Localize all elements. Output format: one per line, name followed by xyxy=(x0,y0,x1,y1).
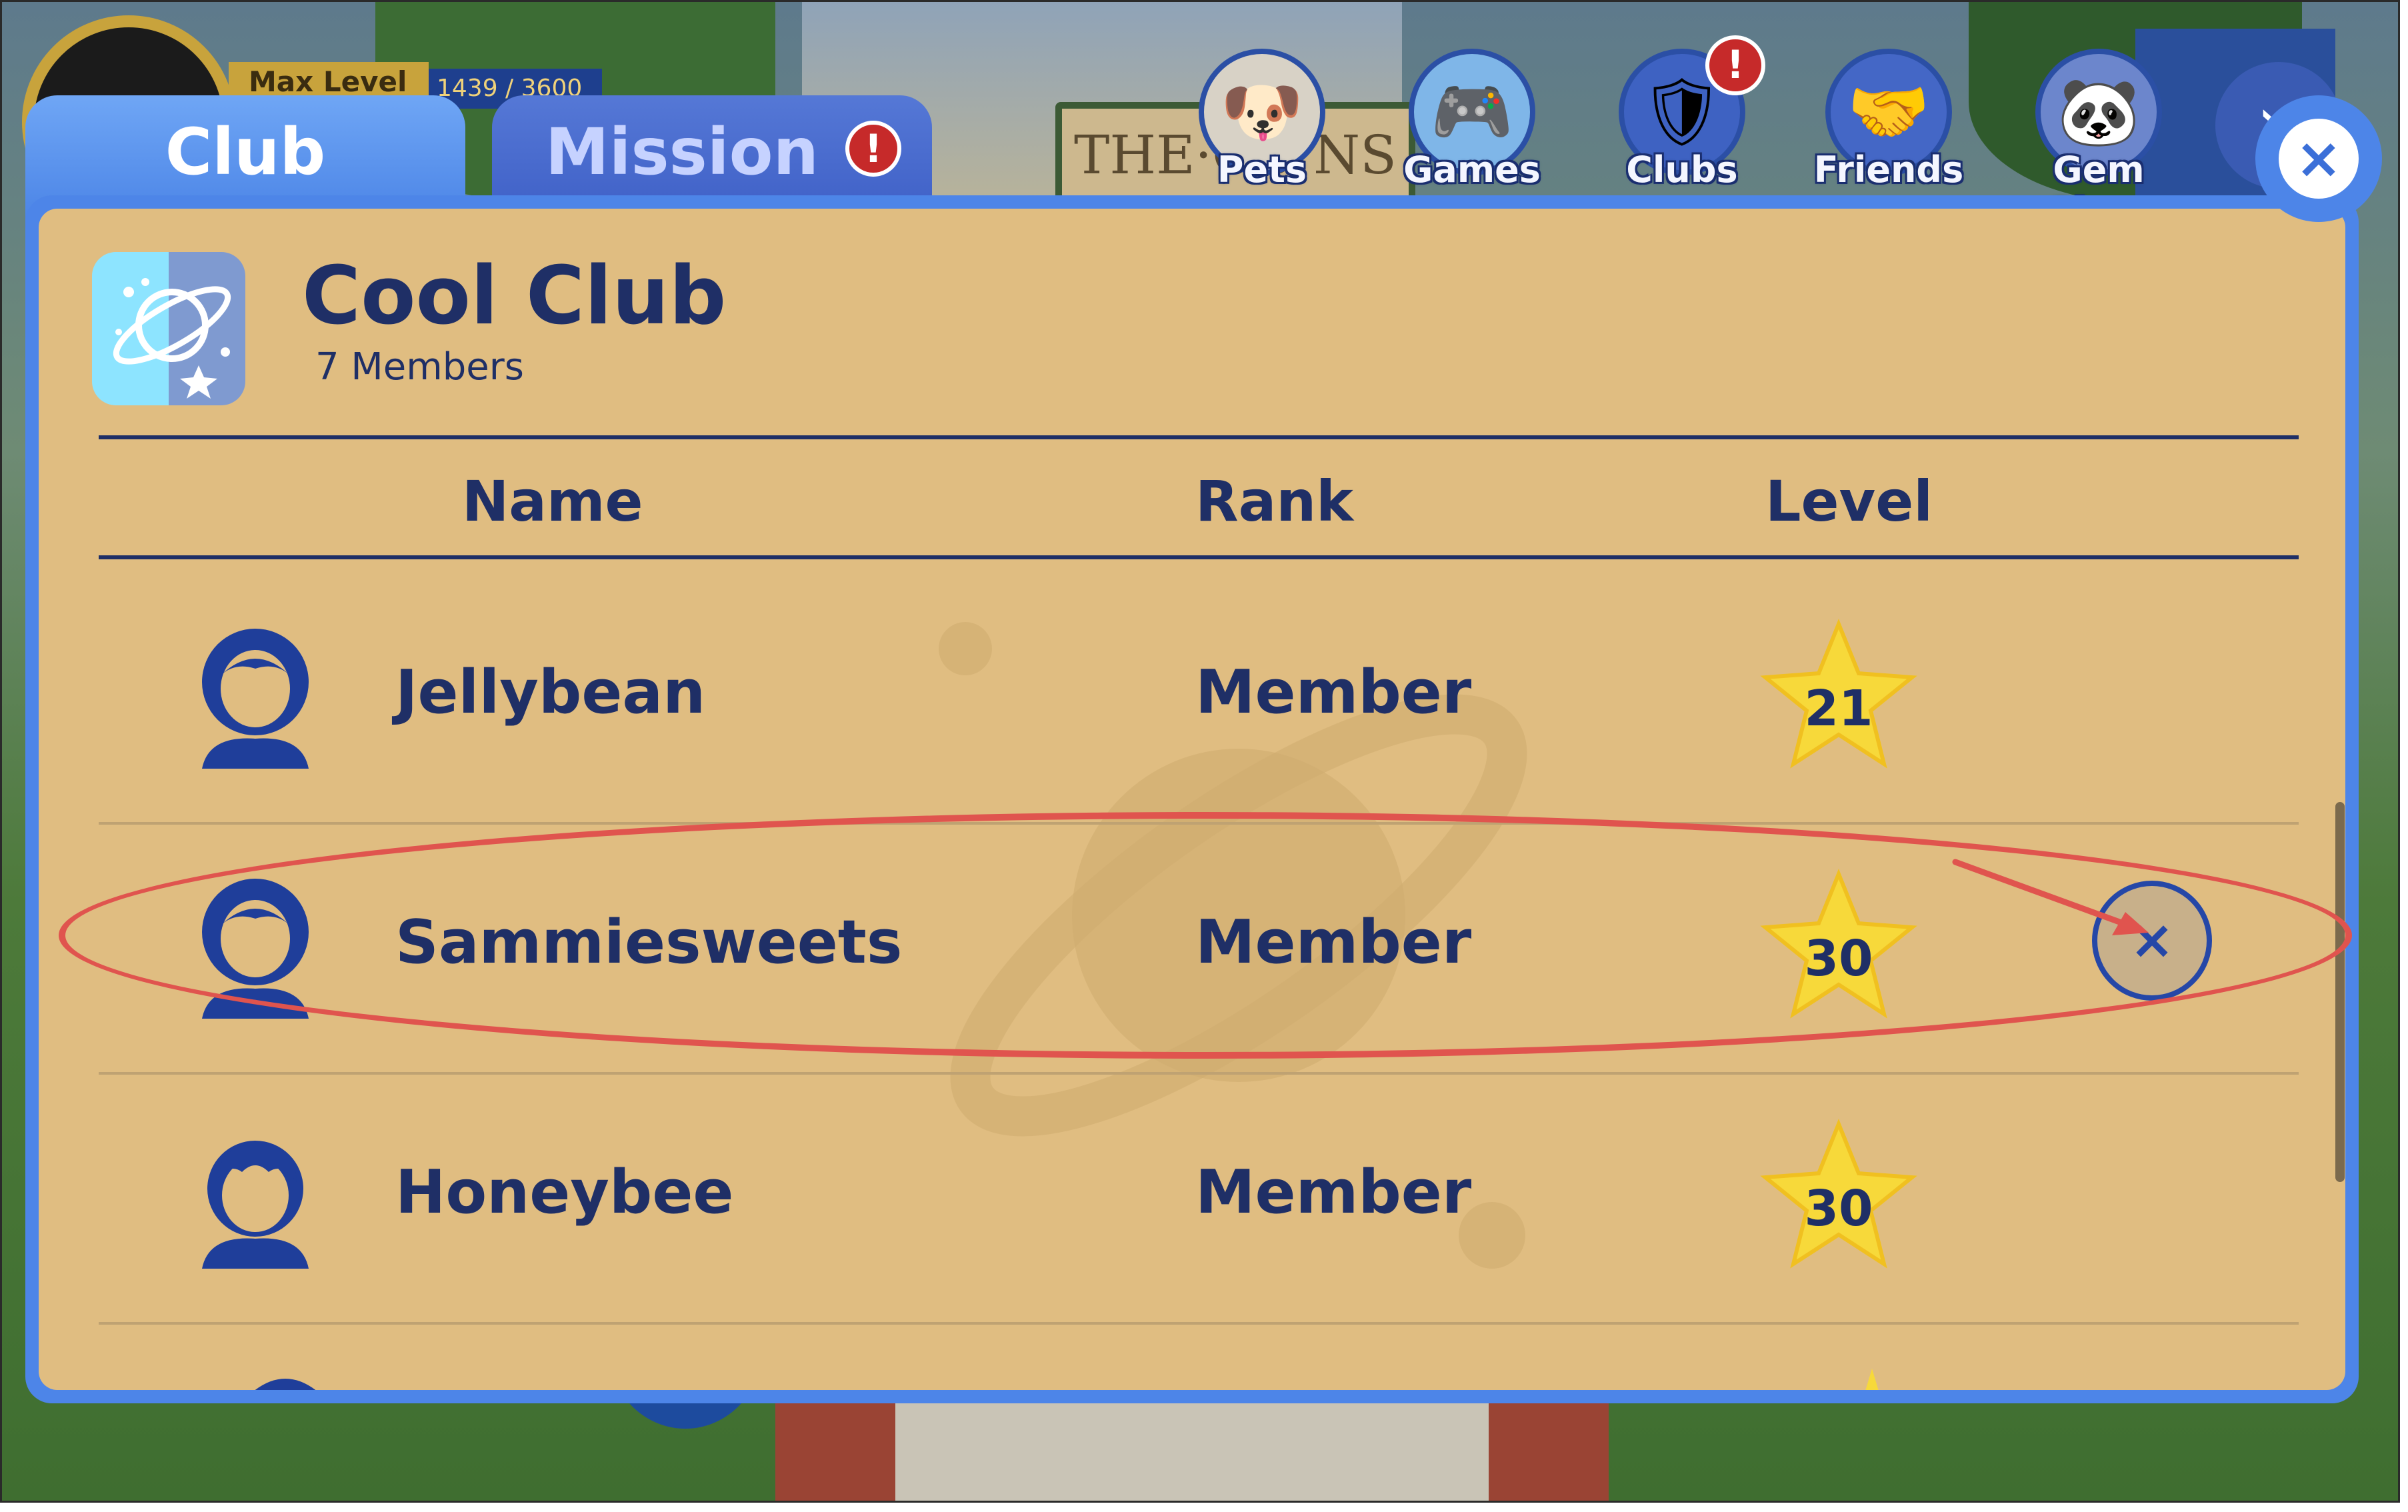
nav-pets[interactable]: 🐶 Pets xyxy=(1175,49,1349,202)
tab-club-label: Club xyxy=(165,115,326,189)
club-planet-icon xyxy=(92,252,245,405)
girl-avatar-icon xyxy=(202,879,309,1019)
column-header-level: Level xyxy=(1765,469,1933,534)
notification-badge: ! xyxy=(1705,35,1765,95)
member-rank: Member xyxy=(1195,907,1472,977)
member-name: Sammiesweets xyxy=(395,907,903,977)
member-count: 7 Members xyxy=(315,345,524,389)
member-level: 30 xyxy=(1804,1180,1873,1237)
column-header-name: Name xyxy=(462,469,643,534)
close-button[interactable]: × xyxy=(2255,95,2382,222)
avatar-icon xyxy=(255,1379,316,1390)
table-row[interactable]: Honeybee Member 30 xyxy=(39,1072,2239,1322)
header-divider xyxy=(99,555,2299,559)
member-name: Honeybee xyxy=(395,1157,734,1227)
member-level: 30 xyxy=(1804,930,1873,987)
row-divider xyxy=(99,1322,2299,1325)
close-icon: × xyxy=(2279,119,2359,199)
background-brick xyxy=(775,1395,895,1501)
member-level: 21 xyxy=(1804,680,1873,737)
member-rank: Member xyxy=(1195,1157,1472,1227)
boy-avatar-icon xyxy=(202,1141,309,1269)
nav-gem-shop[interactable]: 🐼 Gem Shop xyxy=(2012,49,2185,233)
level-star: 21 xyxy=(1759,619,1919,779)
background-brick xyxy=(1489,1395,1609,1501)
star-icon xyxy=(1865,1369,1879,1390)
member-rank: Member xyxy=(1195,657,1472,727)
level-star: 30 xyxy=(1759,1119,1919,1279)
table-row[interactable]: Sammiesweets Member 30 × xyxy=(39,822,2239,1072)
nav-games[interactable]: 🎮 Games xyxy=(1385,49,1559,202)
nav-label: Pets xyxy=(1217,149,1307,191)
column-header-rank: Rank xyxy=(1195,469,1354,534)
level-star: 30 xyxy=(1759,869,1919,1029)
member-name: Jellybean xyxy=(395,657,706,727)
nav-friends[interactable]: 🤝 Friends xyxy=(1802,49,1975,202)
club-name: Cool Club xyxy=(302,250,727,343)
game-screen: THE·CO NS Max Level 1439 / 3600 🐶 Pets 🎮… xyxy=(0,0,2400,1503)
nav-label: Games xyxy=(1403,149,1541,191)
tab-mission-label: Mission xyxy=(545,115,819,189)
table-row[interactable]: Jellybean Member 21 xyxy=(39,572,2239,822)
club-panel: Cool Club 7 Members Name Rank Level Jell… xyxy=(39,209,2345,1390)
club-modal: Cool Club 7 Members Name Rank Level Jell… xyxy=(25,195,2359,1403)
nav-clubs[interactable]: 🛡 Clubs ! xyxy=(1595,35,1769,202)
header-divider xyxy=(99,435,2299,439)
girl-avatar-icon xyxy=(202,629,309,769)
nav-label: Friends xyxy=(1813,149,1964,191)
mission-alert-badge: ! xyxy=(845,121,901,177)
arrow-annotation-icon xyxy=(1952,859,2149,935)
scrollbar[interactable] xyxy=(2335,802,2345,1182)
nav-label: Clubs xyxy=(1626,149,1738,191)
